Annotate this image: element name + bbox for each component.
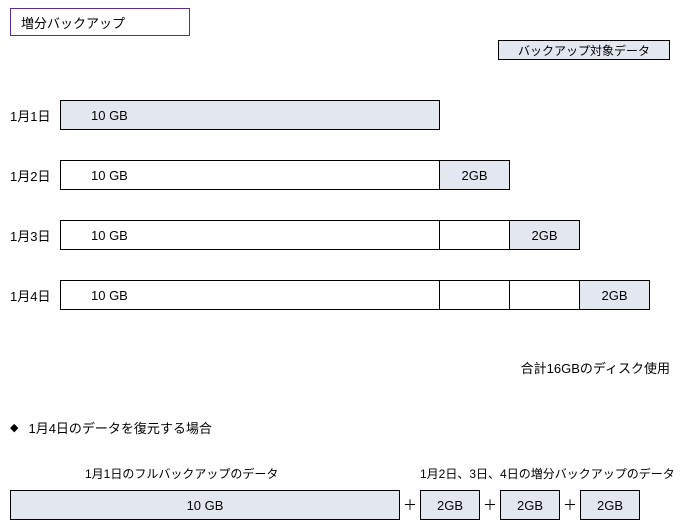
- restore-full-text: 10 GB: [187, 498, 224, 513]
- plus-3: ＋: [560, 495, 580, 515]
- restore-full-bar: 10 GB: [10, 490, 400, 520]
- total-label: 合計16GBのディスク使用: [521, 358, 670, 377]
- legend-box: バックアップ対象データ: [498, 40, 670, 60]
- restore-inc1-text: 2GB: [437, 498, 463, 513]
- day2-base-text: 10 GB: [91, 168, 128, 183]
- restore-inc3-text: 2GB: [597, 498, 623, 513]
- restore-row: 10 GB ＋ 2GB ＋ 2GB ＋ 2GB: [10, 490, 640, 520]
- day1-base-text: 10 GB: [91, 108, 128, 123]
- legend-text: バックアップ対象データ: [518, 42, 650, 59]
- day2-inc-bar: 2GB: [440, 160, 510, 190]
- restore-inc3-bar: 2GB: [580, 490, 640, 520]
- restore-inc-label: 1月2日、3日、4日の増分バックアップのデータ: [420, 465, 675, 482]
- day3-gap1: [440, 220, 510, 250]
- day3-base-text: 10 GB: [91, 228, 128, 243]
- restore-full-label: 1月1日のフルバックアップのデータ: [85, 465, 278, 482]
- day1-label: 1月1日: [10, 106, 60, 125]
- plus-2: ＋: [480, 495, 500, 515]
- day3-base-bar: 10 GB: [60, 220, 440, 250]
- day4-label: 1月4日: [10, 286, 60, 305]
- day4-inc-text: 2GB: [601, 288, 627, 303]
- title-text: 増分バックアップ: [21, 13, 125, 32]
- row-day2: 1月2日 10 GB 2GB: [10, 160, 510, 190]
- day4-inc-bar: 2GB: [580, 280, 650, 310]
- restore-heading: ◆ 1月4日のデータを復元する場合: [10, 418, 212, 437]
- restore-inc2-bar: 2GB: [500, 490, 560, 520]
- day2-label: 1月2日: [10, 166, 60, 185]
- day4-base-bar: 10 GB: [60, 280, 440, 310]
- day2-inc-text: 2GB: [461, 168, 487, 183]
- day4-gap2: [510, 280, 580, 310]
- bullet-icon: ◆: [10, 421, 18, 434]
- day3-label: 1月3日: [10, 226, 60, 245]
- day4-gap1: [440, 280, 510, 310]
- day3-inc-text: 2GB: [531, 228, 557, 243]
- restore-heading-text: 1月4日のデータを復元する場合: [28, 418, 211, 437]
- day1-base-bar: 10 GB: [60, 100, 440, 130]
- day3-inc-bar: 2GB: [510, 220, 580, 250]
- day4-base-text: 10 GB: [91, 288, 128, 303]
- row-day4: 1月4日 10 GB 2GB: [10, 280, 650, 310]
- restore-inc1-bar: 2GB: [420, 490, 480, 520]
- restore-inc2-text: 2GB: [517, 498, 543, 513]
- plus-1: ＋: [400, 495, 420, 515]
- day2-base-bar: 10 GB: [60, 160, 440, 190]
- row-day3: 1月3日 10 GB 2GB: [10, 220, 580, 250]
- row-day1: 1月1日 10 GB: [10, 100, 440, 130]
- diagram-title: 増分バックアップ: [10, 8, 190, 36]
